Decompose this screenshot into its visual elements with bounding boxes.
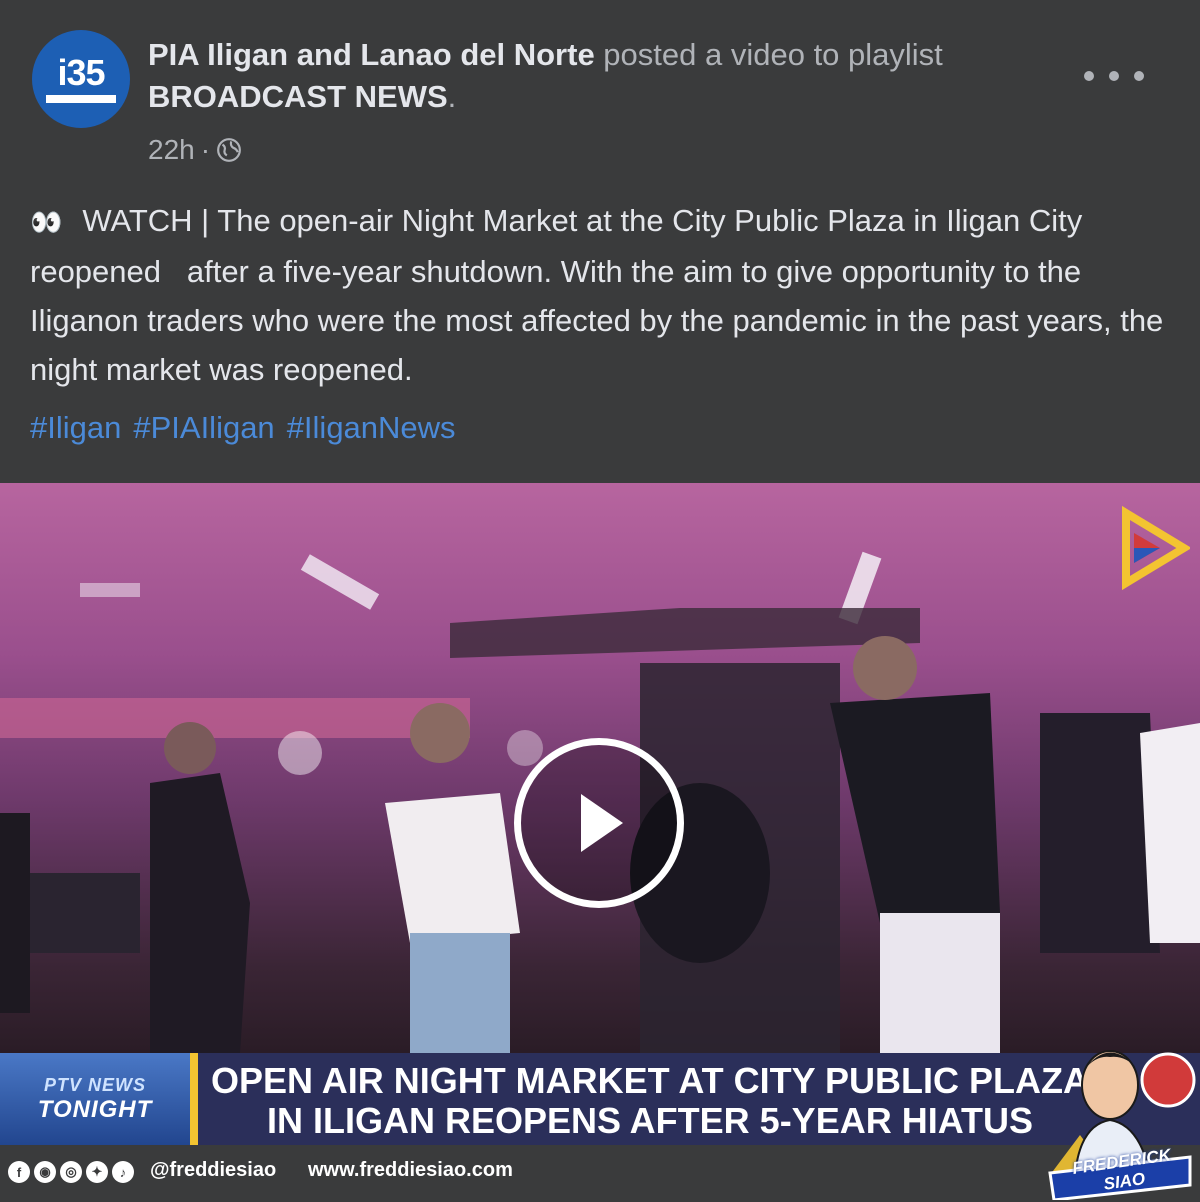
globe-icon bbox=[217, 138, 241, 162]
post-meta: 22h · bbox=[148, 134, 242, 166]
ptv-logo bbox=[1122, 505, 1190, 591]
lower-third-accent bbox=[190, 1053, 198, 1145]
play-icon bbox=[581, 794, 623, 852]
post-body-text: WATCH | The open-air Night Market at the… bbox=[30, 203, 1181, 387]
twitter-icon: ✦ bbox=[86, 1161, 108, 1183]
post-timestamp[interactable]: 22h bbox=[148, 134, 195, 166]
news-headline: OPEN AIR NIGHT MARKET AT CITY PUBLIC PLA… bbox=[211, 1060, 1089, 1141]
avatar-logo-strip bbox=[46, 95, 116, 103]
meta-separator: · bbox=[200, 134, 211, 165]
news-lower-third: PTV NEWS TONIGHT OPEN AIR NIGHT MARKET A… bbox=[0, 1053, 1200, 1145]
badge-line2: TONIGHT bbox=[37, 1095, 153, 1123]
social-handle: @freddiesiao bbox=[150, 1159, 277, 1181]
playlist-link[interactable]: BROADCAST NEWS bbox=[148, 79, 448, 114]
badge-line1: PTV NEWS bbox=[43, 1074, 146, 1095]
messenger-icon: ◉ bbox=[34, 1161, 56, 1183]
hashtag-link[interactable]: #PIAIligan bbox=[133, 410, 274, 446]
tiktok-icon: ♪ bbox=[112, 1161, 134, 1183]
more-horizontal-icon bbox=[1084, 71, 1094, 81]
post-header-text: PIA Iligan and Lanao del Norte posted a … bbox=[148, 34, 1108, 118]
instagram-icon: ◎ bbox=[60, 1161, 82, 1183]
page-name-link[interactable]: PIA Iligan and Lanao del Norte bbox=[148, 37, 595, 72]
video-player[interactable] bbox=[0, 483, 1200, 1053]
hashtag-link[interactable]: #Iligan bbox=[30, 410, 121, 446]
post-text: 👀 WATCH | The open-air Night Market at th… bbox=[30, 196, 1180, 394]
more-dot bbox=[1134, 71, 1144, 81]
post-header: i35 PIA Iligan and Lanao del Norte poste… bbox=[0, 0, 1200, 190]
website-url: www.freddiesiao.com bbox=[308, 1159, 513, 1181]
hashtags: #Iligan #PIAIligan #IliganNews bbox=[30, 410, 456, 446]
hashtag-link[interactable]: #IliganNews bbox=[287, 410, 456, 446]
avatar-logo-text: i35 bbox=[57, 52, 105, 93]
social-icons: f ◉ ◎ ✦ ♪ bbox=[8, 1161, 134, 1183]
page-avatar[interactable]: i35 bbox=[32, 30, 130, 128]
eyes-icon: 👀 bbox=[30, 207, 63, 237]
play-button[interactable] bbox=[514, 738, 684, 908]
more-options-button[interactable] bbox=[1084, 58, 1144, 94]
playlist-period: . bbox=[447, 79, 457, 114]
posted-text: posted a video to playlist bbox=[594, 37, 943, 72]
facebook-icon: f bbox=[8, 1161, 30, 1183]
ptv-news-badge: PTV NEWS TONIGHT bbox=[0, 1053, 190, 1145]
more-dot bbox=[1109, 71, 1119, 81]
footer-bar: f ◉ ◎ ✦ ♪ @freddiesiao www.freddiesiao.c… bbox=[0, 1145, 1200, 1200]
